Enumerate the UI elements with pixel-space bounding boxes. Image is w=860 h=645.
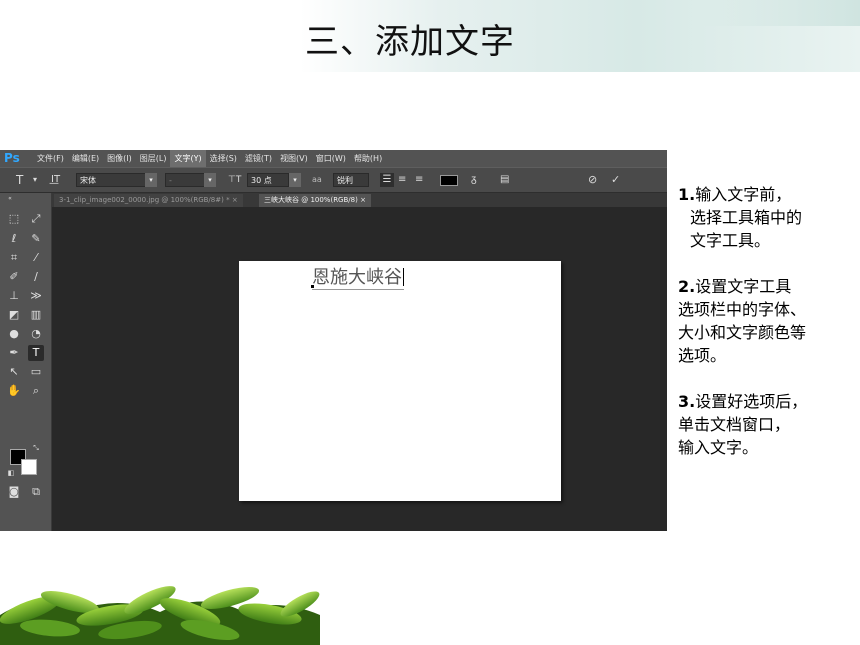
- tea-leaves-decoration: [0, 586, 320, 645]
- step-1-line-3: 文字工具。: [690, 231, 771, 250]
- menu-file[interactable]: 文件(F): [33, 150, 68, 167]
- step-3-number: 3.: [678, 392, 696, 411]
- font-style-select[interactable]: -: [165, 173, 205, 187]
- tab-sanxia-label: 三峡大峡谷 @ 100%(RGB/8): [264, 196, 361, 204]
- menu-layer[interactable]: 图层(L): [136, 150, 171, 167]
- instruction-steps: 1.输入文字前， 选择工具箱中的 文字工具。 2.设置文字工具 选项栏中的字体、…: [678, 183, 860, 482]
- font-family-select[interactable]: 宋体: [76, 173, 146, 187]
- swap-colors-icon[interactable]: ⤡: [31, 443, 41, 453]
- tab-clip-image[interactable]: 3-1_clip_image002_0000.jpg @ 100%(RGB/8#…: [54, 194, 243, 207]
- toolbox: « ⬚ ⤢ ℓ ✎ ⌗ ⁄ ✐ ∕ ⊥ ≫ ◩ ▥ ● ◔ ✒ T ↖ ▭ ✋ …: [0, 193, 52, 531]
- path-selection-tool-icon[interactable]: ↖: [6, 364, 22, 380]
- brush-tool-icon[interactable]: ∕: [28, 269, 44, 285]
- warp-text-icon[interactable]: ᵹ: [471, 173, 477, 187]
- eraser-tool-icon[interactable]: ◩: [6, 307, 22, 323]
- type-tool-icon[interactable]: T: [28, 345, 44, 361]
- step-3-line-2: 单击文档窗口，: [678, 415, 791, 434]
- quick-select-tool-icon[interactable]: ✎: [28, 231, 44, 247]
- step-1-line-1: 输入文字前，: [695, 185, 792, 204]
- step-2: 2.设置文字工具 选项栏中的字体、 大小和文字颜色等 选项。: [678, 275, 860, 367]
- character-panel-icon[interactable]: ▤: [500, 173, 509, 187]
- photoshop-logo: Ps: [4, 151, 20, 165]
- step-2-line-4: 选项。: [678, 346, 727, 365]
- background-color-swatch[interactable]: [21, 459, 37, 475]
- step-2-line-3: 大小和文字颜色等: [678, 323, 807, 342]
- step-1-number: 1.: [678, 185, 696, 204]
- gradient-tool-icon[interactable]: ▥: [28, 307, 44, 323]
- step-2-number: 2.: [678, 277, 696, 296]
- cancel-icon[interactable]: ⊘: [588, 173, 597, 187]
- antialias-select[interactable]: 锐利: [333, 173, 369, 187]
- menu-view[interactable]: 视图(V): [276, 150, 312, 167]
- clone-stamp-tool-icon[interactable]: ⊥: [6, 288, 22, 304]
- hand-tool-icon[interactable]: ✋: [6, 383, 22, 399]
- history-brush-tool-icon[interactable]: ≫: [28, 288, 44, 304]
- healing-brush-tool-icon[interactable]: ✐: [6, 269, 22, 285]
- menu-window[interactable]: 窗口(W): [312, 150, 350, 167]
- antialias-icon: aa: [312, 175, 322, 184]
- font-size-icon: ⊤T: [228, 175, 242, 185]
- canvas-text-layer[interactable]: 恩施大峡谷: [312, 267, 404, 290]
- document-canvas[interactable]: 恩施大峡谷: [239, 261, 561, 501]
- step-1: 1.输入文字前， 选择工具箱中的 文字工具。: [678, 183, 860, 252]
- lasso-tool-icon[interactable]: ℓ: [6, 231, 22, 247]
- menu-bar: Ps 文件(F) 编辑(E) 图像(I) 图层(L) 文字(Y) 选择(S) 滤…: [0, 150, 667, 167]
- menu-items: 文件(F) 编辑(E) 图像(I) 图层(L) 文字(Y) 选择(S) 滤镜(T…: [33, 150, 386, 167]
- rectangle-tool-icon[interactable]: ▭: [28, 364, 44, 380]
- zoom-tool-icon[interactable]: ⌕: [28, 383, 44, 399]
- crop-tool-icon[interactable]: ⌗: [6, 250, 22, 266]
- close-icon[interactable]: ×: [360, 196, 366, 204]
- font-family-dropdown-icon[interactable]: ▾: [145, 173, 157, 187]
- align-right-icon[interactable]: ≡: [415, 173, 423, 187]
- tab-sanxia[interactable]: 三峡大峡谷 @ 100%(RGB/8) ×: [259, 194, 371, 207]
- text-color-swatch[interactable]: [440, 175, 458, 186]
- step-3: 3.设置好选项后， 单击文档窗口， 输入文字。: [678, 390, 860, 459]
- preset-chevron-icon[interactable]: ▾: [33, 173, 37, 187]
- eyedropper-tool-icon[interactable]: ⁄: [28, 250, 44, 266]
- font-style-dropdown-icon[interactable]: ▾: [204, 173, 216, 187]
- commit-check-icon[interactable]: ✓: [611, 173, 620, 187]
- collapse-icon[interactable]: «: [2, 195, 18, 203]
- type-tool-preset-icon[interactable]: T: [16, 173, 23, 187]
- step-3-line-3: 输入文字。: [678, 438, 759, 457]
- menu-filter[interactable]: 滤镜(T): [241, 150, 276, 167]
- document-tabs: 3-1_clip_image002_0000.jpg @ 100%(RGB/8#…: [52, 193, 667, 207]
- options-bar: T ▾ I͟T 宋体 ▾ - ▾ ⊤T 30 点 ▾ aa 锐利 ☰ ≡ ≡ ᵹ…: [0, 167, 667, 193]
- step-3-line-1: 设置好选项后，: [695, 392, 808, 411]
- step-2-line-2: 选项栏中的字体、: [678, 300, 807, 319]
- toggle-orientation-icon[interactable]: I͟T: [51, 173, 60, 187]
- tab-clip-image-label: 3-1_clip_image002_0000.jpg @ 100%(RGB/8#…: [59, 196, 230, 204]
- marquee-tool-icon[interactable]: ⬚: [6, 211, 22, 227]
- step-2-line-1: 设置文字工具: [695, 277, 792, 296]
- photoshop-window: Ps 文件(F) 编辑(E) 图像(I) 图层(L) 文字(Y) 选择(S) 滤…: [0, 150, 667, 531]
- align-left-icon[interactable]: ☰: [380, 173, 394, 187]
- align-center-icon[interactable]: ≡: [398, 173, 406, 187]
- quick-mask-icon[interactable]: ◙: [6, 484, 22, 500]
- move-tool-icon[interactable]: ⤢: [28, 211, 44, 227]
- font-size-dropdown-icon[interactable]: ▾: [289, 173, 301, 187]
- menu-image[interactable]: 图像(I): [103, 150, 136, 167]
- menu-select[interactable]: 选择(S): [206, 150, 241, 167]
- default-colors-icon[interactable]: ◧: [6, 468, 16, 478]
- menu-edit[interactable]: 编辑(E): [68, 150, 103, 167]
- menu-help[interactable]: 帮助(H): [350, 150, 386, 167]
- menu-type[interactable]: 文字(Y): [170, 150, 206, 167]
- close-icon[interactable]: ×: [232, 196, 238, 204]
- dodge-tool-icon[interactable]: ◔: [28, 326, 44, 342]
- blur-tool-icon[interactable]: ●: [6, 326, 22, 342]
- slide-title: 三、添加文字: [305, 22, 515, 62]
- font-size-select[interactable]: 30 点: [247, 173, 289, 187]
- pen-tool-icon[interactable]: ✒: [6, 345, 22, 361]
- step-1-line-2: 选择工具箱中的: [690, 208, 803, 227]
- screen-mode-icon[interactable]: ⧉: [28, 484, 44, 500]
